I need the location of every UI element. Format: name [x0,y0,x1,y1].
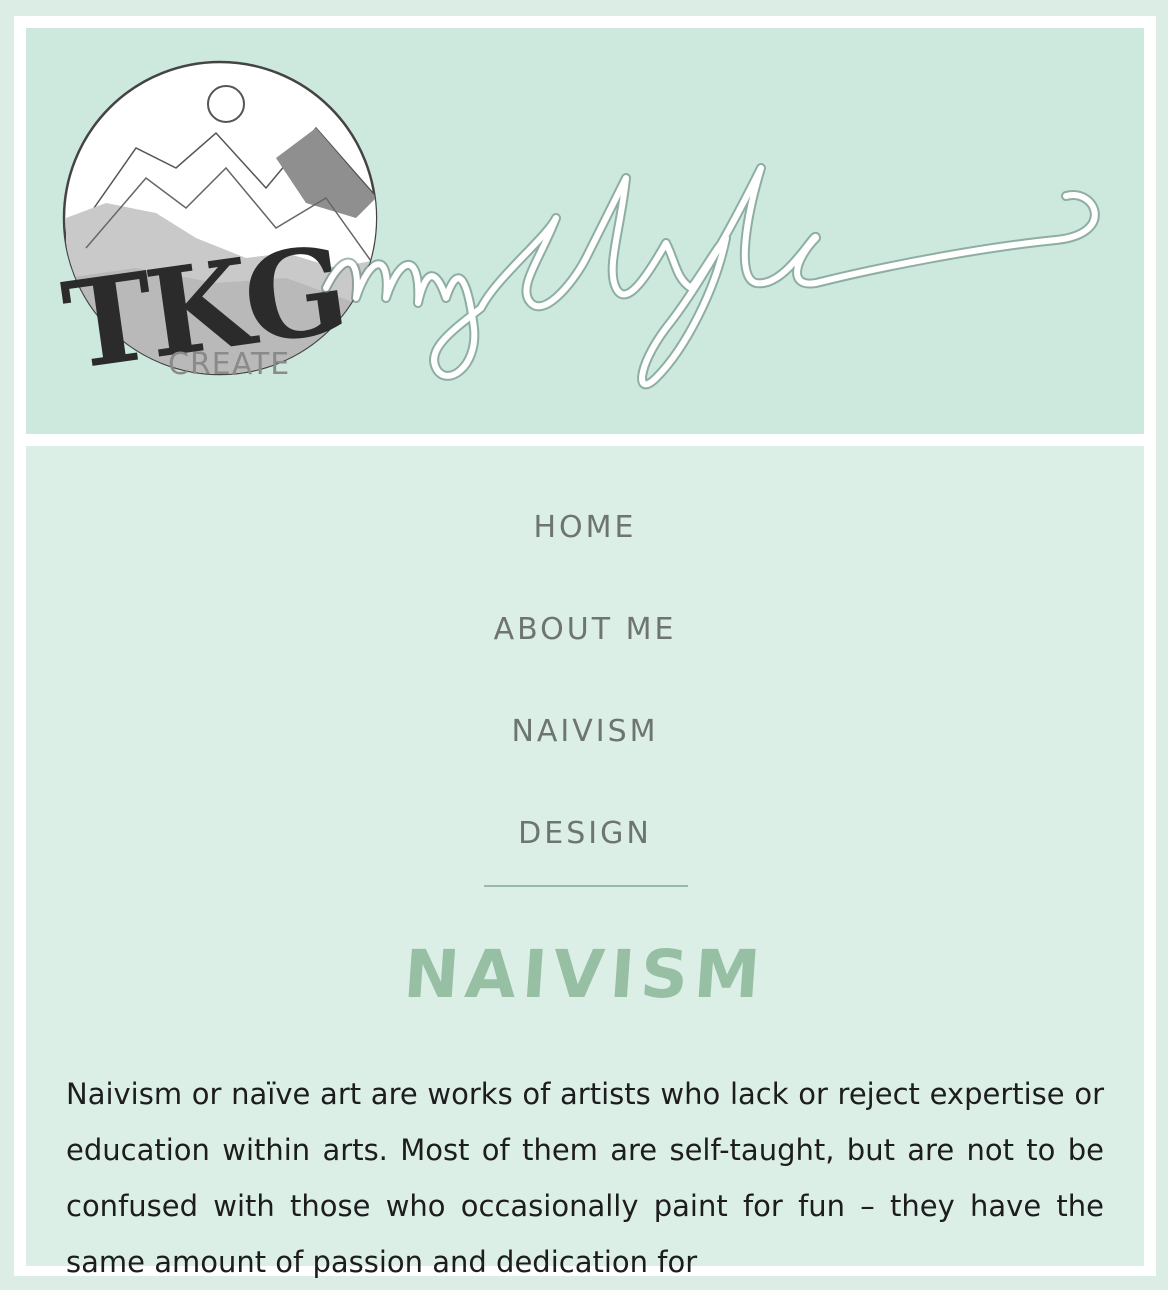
nav-active-underline [484,885,688,887]
script-title [321,163,1100,390]
header-banner[interactable]: TKG CREATE [26,28,1144,434]
site-logo[interactable]: TKG CREATE [26,28,1144,434]
nav-item-naivism[interactable]: NAIVISM [26,714,1144,749]
nav-item-about-me[interactable]: ABOUT ME [26,612,1144,647]
main-content: HOME ABOUT ME NAIVISM DESIGN NAIVISM Nai… [26,446,1144,1279]
logo-subtext: CREATE [168,347,290,382]
section-body: Naivism or naïve art are works of artist… [66,1077,1104,1279]
nav-item-design[interactable]: DESIGN [26,816,1144,851]
nav-item-home[interactable]: HOME [26,510,1144,545]
section-title: NAIVISM [401,936,769,1013]
